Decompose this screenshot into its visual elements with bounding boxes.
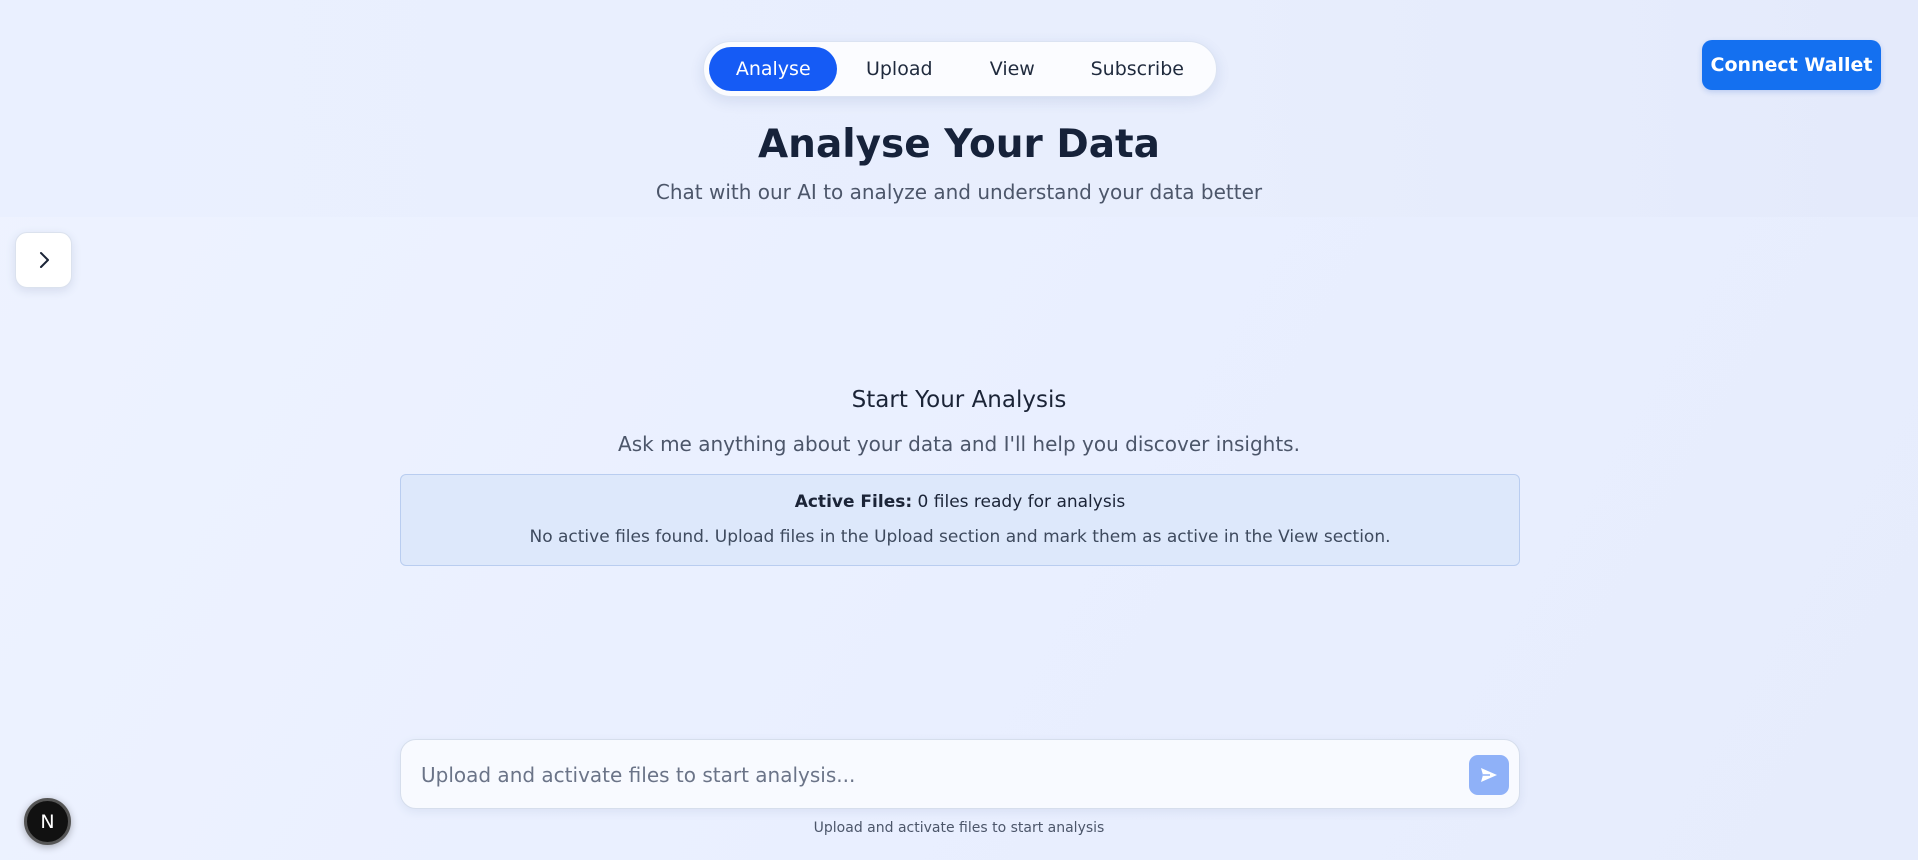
- active-files-count: 0 files ready for analysis: [917, 492, 1126, 512]
- tab-view[interactable]: View: [961, 47, 1064, 91]
- chat-input[interactable]: [421, 756, 1421, 794]
- connect-wallet-button[interactable]: Connect Wallet: [1702, 40, 1881, 90]
- chat-hint: Upload and activate files to start analy…: [813, 820, 1105, 836]
- send-icon: [1481, 768, 1497, 782]
- empty-state-title: Start Your Analysis: [851, 387, 1067, 413]
- page-subtitle: Chat with our AI to analyze and understa…: [655, 180, 1263, 204]
- tab-analyse[interactable]: Analyse: [709, 47, 838, 91]
- send-button[interactable]: [1469, 755, 1509, 795]
- active-files-label: Active Files:: [794, 492, 913, 512]
- active-files-message: No active files found. Upload files in t…: [529, 527, 1391, 547]
- main-nav: Analyse Upload View Subscribe: [703, 41, 1217, 97]
- sidebar-toggle-button[interactable]: [15, 232, 72, 288]
- empty-state-description: Ask me anything about your data and I'll…: [618, 432, 1300, 456]
- active-files-summary: Active Files: 0 files ready for analysis: [401, 492, 1519, 512]
- tab-upload[interactable]: Upload: [837, 47, 961, 91]
- tab-subscribe[interactable]: Subscribe: [1064, 47, 1211, 91]
- chat-composer: [400, 739, 1520, 809]
- active-files-panel: Active Files: 0 files ready for analysis…: [400, 474, 1520, 566]
- nextjs-badge-icon[interactable]: N: [24, 798, 71, 845]
- chevron-right-icon: [39, 252, 49, 268]
- page-title: Analyse Your Data: [758, 122, 1160, 167]
